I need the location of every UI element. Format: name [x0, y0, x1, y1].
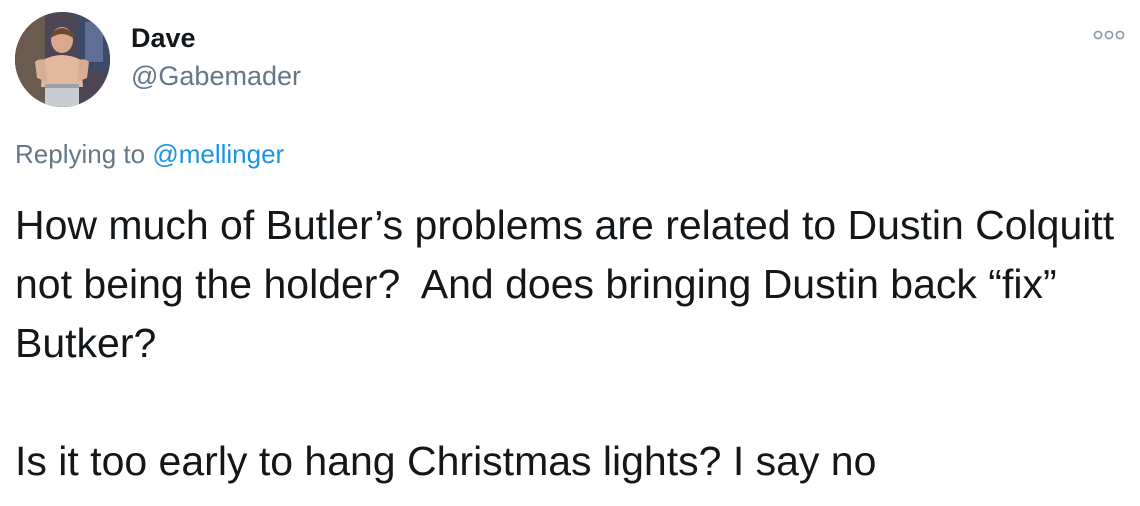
replying-to-label: Replying to: [15, 139, 146, 169]
user-handle[interactable]: @Gabemader: [131, 60, 301, 92]
more-options-icon: [1093, 30, 1125, 40]
tweet-paragraph-1: How much of Butler’s problems are relate…: [15, 202, 1126, 366]
avatar[interactable]: [15, 12, 110, 107]
tweet-paragraph-2: Is it too early to hang Christmas lights…: [15, 438, 877, 484]
reply-mention-link[interactable]: @mellinger: [152, 139, 284, 169]
tweet-text: How much of Butler’s problems are relate…: [15, 196, 1115, 491]
display-name[interactable]: Dave: [131, 22, 301, 54]
tweet-card: Dave @Gabemader Replying to @mellinger H…: [0, 0, 1140, 506]
author-block: Dave @Gabemader: [131, 22, 301, 92]
replying-to-line: Replying to @mellinger: [15, 138, 284, 170]
user-avatar-photo-icon: [15, 12, 110, 107]
more-options-button[interactable]: [1092, 26, 1126, 44]
